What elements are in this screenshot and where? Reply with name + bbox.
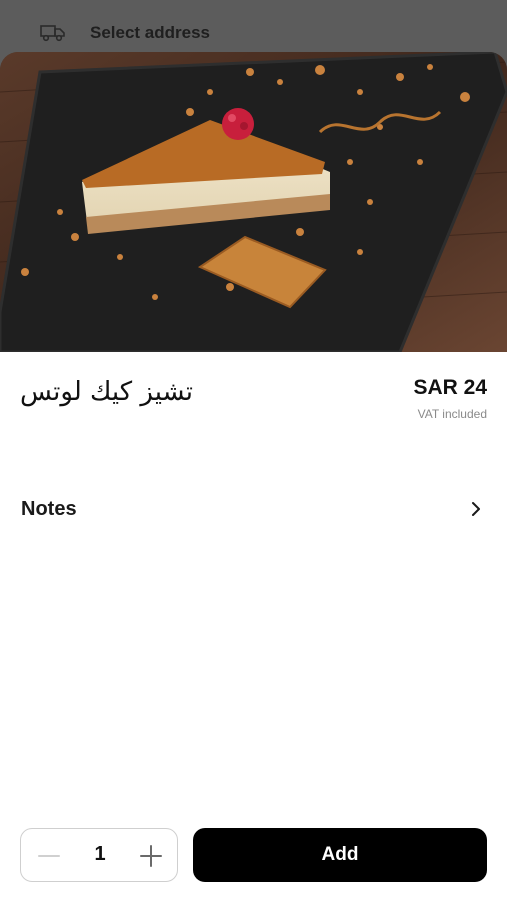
chevron-right-icon: [469, 500, 483, 518]
quantity-value: 1: [94, 843, 106, 865]
add-button[interactable]: Add: [193, 828, 487, 882]
product-image: [0, 52, 507, 352]
product-price: SAR 24: [413, 376, 487, 399]
plus-icon: [140, 845, 162, 867]
truck-icon: [38, 22, 68, 44]
product-name: تشيز كيك لوتس: [20, 377, 194, 407]
quantity-stepper: 1: [20, 828, 178, 882]
notes-row[interactable]: Notes: [0, 488, 507, 532]
select-address-button[interactable]: Select address: [38, 18, 210, 48]
vat-note: VAT included: [417, 407, 487, 421]
select-address-label: Select address: [90, 23, 211, 42]
minus-icon: [38, 855, 60, 857]
notes-label: Notes: [21, 498, 77, 520]
increase-quantity-button[interactable]: [137, 842, 165, 870]
decrease-quantity-button[interactable]: [35, 842, 63, 870]
